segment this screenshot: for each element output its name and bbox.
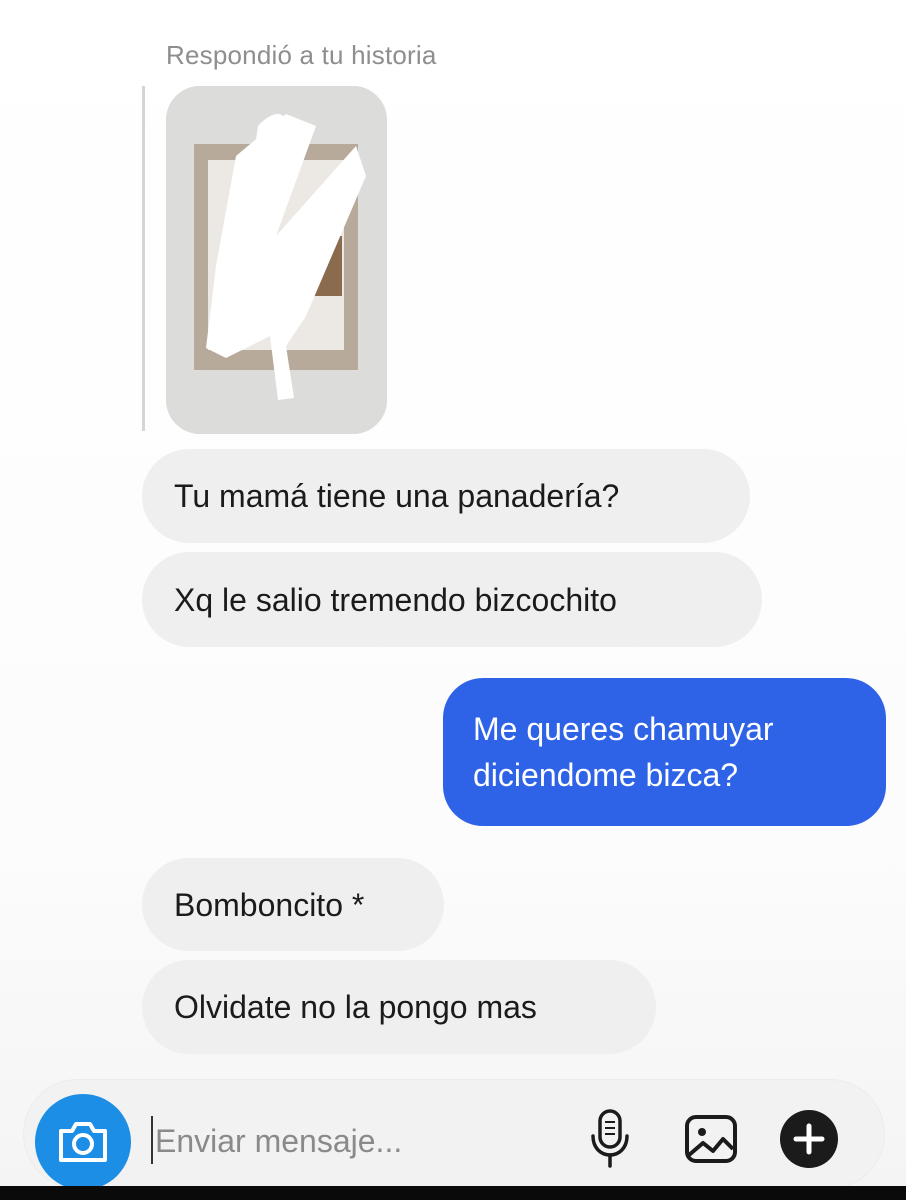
camera-button[interactable]: [35, 1094, 131, 1190]
story-image: [166, 86, 387, 434]
chat-screen: Respondió a tu historia Tu mamá tiene un…: [0, 0, 906, 1200]
text-caret: [151, 1116, 153, 1164]
plus-circle-icon: [780, 1110, 838, 1168]
camera-icon: [59, 1122, 107, 1162]
gallery-button[interactable]: [680, 1108, 742, 1170]
microphone-icon: [591, 1109, 629, 1168]
message-bubble-received[interactable]: Olvidate no la pongo mas: [142, 960, 656, 1054]
message-bubble-sent[interactable]: Me queres chamuyar diciendome bizca?: [443, 678, 886, 826]
voice-message-button[interactable]: [584, 1106, 636, 1172]
message-input[interactable]: [155, 1113, 555, 1169]
message-bubble-received[interactable]: Xq le salio tremendo bizcochito: [142, 552, 762, 647]
story-thumbnail[interactable]: [166, 86, 387, 434]
more-options-button[interactable]: [776, 1106, 842, 1172]
story-reply-caption: Respondió a tu historia: [166, 40, 437, 70]
screen-bottom-edge: [0, 1186, 906, 1200]
message-bubble-received[interactable]: Bomboncito *: [142, 858, 444, 951]
reply-indicator-bar: [142, 86, 145, 431]
message-bubble-received[interactable]: Tu mamá tiene una panadería?: [142, 449, 750, 543]
image-gallery-icon: [685, 1115, 737, 1163]
